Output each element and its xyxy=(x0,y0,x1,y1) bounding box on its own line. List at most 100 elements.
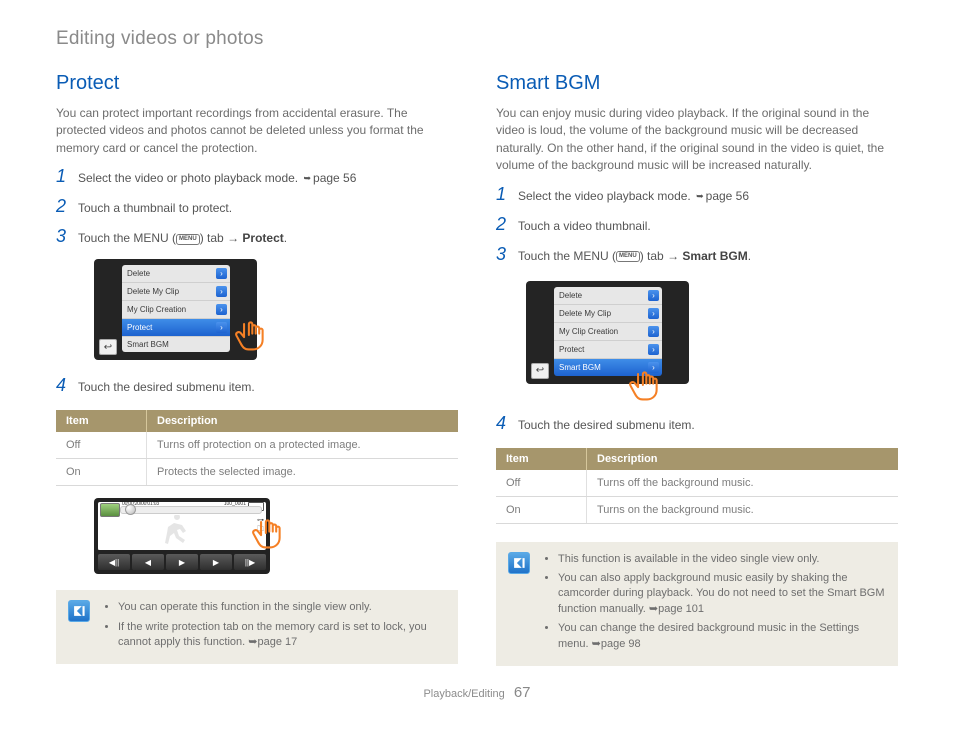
right-column: Smart BGM You can enjoy music during vid… xyxy=(496,72,898,666)
table-header: Description xyxy=(147,410,459,432)
table-cell: Turns off the background music. xyxy=(587,470,899,497)
protect-heading: Protect xyxy=(56,72,458,95)
chevron-right-icon: › xyxy=(216,322,227,333)
menu-label: MENU xyxy=(98,546,116,552)
page-title: Editing videos or photos xyxy=(56,28,898,50)
step-text: ) tab → xyxy=(640,249,683,263)
smart-bgm-heading: Smart BGM xyxy=(496,72,898,95)
left-column: Protect You can protect important record… xyxy=(56,72,458,666)
table-row: Off Turns off protection on a protected … xyxy=(56,432,458,459)
step-number: 2 xyxy=(496,215,510,233)
player-screenshot: 00:00:20/00:01:03 100_0001 ⊶ 🗀 MENU ◀|| xyxy=(94,498,270,574)
chevron-right-icon: › xyxy=(648,326,659,337)
step-bold: Smart BGM xyxy=(682,249,747,263)
table-row: On Turns on the background music. xyxy=(496,496,898,523)
step-number: 1 xyxy=(496,185,510,203)
chevron-right-icon: › xyxy=(648,308,659,319)
step-text: Touch a thumbnail to protect. xyxy=(78,199,232,217)
step-text: ) tab → xyxy=(200,231,243,245)
note-icon xyxy=(68,600,90,622)
protect-intro: You can protect important recordings fro… xyxy=(56,105,458,157)
chevron-right-icon: › xyxy=(648,344,659,355)
step-4: 4 Touch the desired submenu item. xyxy=(56,376,458,396)
page-number: 67 xyxy=(514,684,531,701)
back-button[interactable]: ↩ xyxy=(99,339,117,355)
step-bold: Protect xyxy=(242,231,283,245)
menu-item[interactable]: Delete› xyxy=(122,265,230,283)
table-cell: On xyxy=(56,459,147,486)
chevron-right-icon: › xyxy=(648,290,659,301)
table-cell: Off xyxy=(56,432,147,459)
note-box: You can operate this function in the sin… xyxy=(56,590,458,664)
menu-item[interactable]: Smart BGM xyxy=(122,337,230,352)
menu-item[interactable]: Delete› xyxy=(554,287,662,305)
step-number: 3 xyxy=(56,227,70,245)
prev-button[interactable]: ◀|| xyxy=(98,554,130,570)
forward-button[interactable]: ▶ xyxy=(200,554,232,570)
step-2: 2 Touch a video thumbnail. xyxy=(496,215,898,235)
step-2: 2 Touch a thumbnail to protect. xyxy=(56,197,458,217)
page-ref: page 56 xyxy=(313,171,356,185)
table-cell: On xyxy=(496,496,587,523)
table-cell: Protects the selected image. xyxy=(147,459,459,486)
step-text: Select the video playback mode. xyxy=(518,189,694,203)
back-button[interactable]: ↩ xyxy=(531,363,549,379)
step-4: 4 Touch the desired submenu item. xyxy=(496,414,898,434)
next-button[interactable]: ||▶ xyxy=(234,554,266,570)
table-cell: Off xyxy=(496,470,587,497)
menu-item[interactable]: My Clip Creation› xyxy=(122,301,230,319)
folder-icon: 🗀 xyxy=(257,526,264,534)
note-item: If the write protection tab on the memor… xyxy=(118,620,446,651)
menu-item-selected[interactable]: Protect› xyxy=(122,319,230,337)
table-header: Item xyxy=(496,448,587,470)
menu-screenshot: Delete› Delete My Clip› My Clip Creation… xyxy=(94,259,257,360)
bgm-table: Item Description Off Turns off the backg… xyxy=(496,448,898,524)
menu-item[interactable]: Delete My Clip› xyxy=(554,305,662,323)
step-1: 1 Select the video playback mode. ➥page … xyxy=(496,185,898,205)
chevron-right-icon: › xyxy=(216,304,227,315)
chevron-right-icon: › xyxy=(216,286,227,297)
menu-item[interactable]: Protect› xyxy=(554,341,662,359)
link-arrow-icon: ➥ xyxy=(696,191,704,201)
smart-bgm-intro: You can enjoy music during video playbac… xyxy=(496,105,898,175)
rewind-button[interactable]: ◀ xyxy=(132,554,164,570)
progress-knob[interactable] xyxy=(125,504,136,515)
page-footer: Playback/Editing 67 xyxy=(56,684,898,701)
note-item: This function is available in the video … xyxy=(558,552,886,567)
note-box: This function is available in the video … xyxy=(496,542,898,666)
step-number: 4 xyxy=(56,376,70,394)
note-item: You can operate this function in the sin… xyxy=(118,600,446,615)
step-text: . xyxy=(284,231,287,245)
table-row: Off Turns off the background music. xyxy=(496,470,898,497)
thumbnail-icon xyxy=(100,503,120,517)
protect-table: Item Description Off Turns off protectio… xyxy=(56,410,458,486)
chevron-right-icon: › xyxy=(648,362,659,373)
key-icon: ⊶ xyxy=(257,517,264,525)
note-item: You can also apply background music easi… xyxy=(558,571,886,617)
page-ref: page 56 xyxy=(706,189,749,203)
step-1: 1 Select the video or photo playback mod… xyxy=(56,167,458,187)
link-arrow-icon: ➥ xyxy=(303,173,311,183)
progress-bar[interactable] xyxy=(120,506,262,514)
menu-icon: MENU xyxy=(616,251,640,262)
menu-item-selected[interactable]: Smart BGM› xyxy=(554,359,662,376)
step-text: . xyxy=(748,249,751,263)
menu-list: Delete› Delete My Clip› My Clip Creation… xyxy=(122,265,230,352)
section-label: Playback/Editing xyxy=(423,688,504,700)
menu-item[interactable]: My Clip Creation› xyxy=(554,323,662,341)
step-3: 3 Touch the MENU (MENU) tab → Protect. xyxy=(56,227,458,247)
table-header: Description xyxy=(587,448,899,470)
menu-item[interactable]: Delete My Clip› xyxy=(122,283,230,301)
step-number: 3 xyxy=(496,245,510,263)
chevron-right-icon: › xyxy=(216,268,227,279)
table-row: On Protects the selected image. xyxy=(56,459,458,486)
table-header: Item xyxy=(56,410,147,432)
table-cell: Turns on the background music. xyxy=(587,496,899,523)
step-number: 4 xyxy=(496,414,510,432)
step-text: Touch the desired submenu item. xyxy=(518,416,695,434)
running-figure-icon xyxy=(158,515,198,550)
step-number: 1 xyxy=(56,167,70,185)
play-button[interactable]: ▶ xyxy=(166,554,198,570)
step-text: Touch the MENU ( xyxy=(78,231,176,245)
step-3: 3 Touch the MENU (MENU) tab → Smart BGM. xyxy=(496,245,898,265)
